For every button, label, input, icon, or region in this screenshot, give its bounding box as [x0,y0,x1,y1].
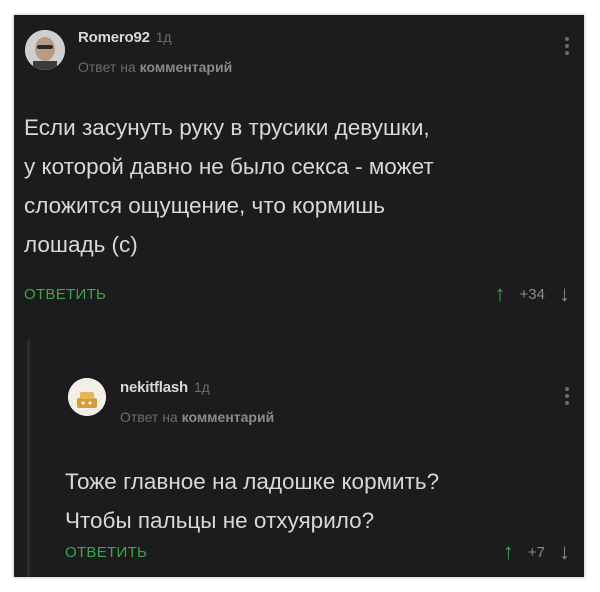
reply-target-link[interactable]: комментарий [140,59,233,75]
comment-line: Тоже главное на ладошке кормить? [65,469,440,494]
comment-line: у которой давно не было секса - может [24,154,434,179]
vote-count: +7 [527,543,545,561]
user-photo-icon [68,378,106,416]
comments-thread: Romero92 1д Ответ на комментарий Если зас… [14,15,584,577]
avatar[interactable] [25,30,65,70]
comment-text: Тоже главное на ладошке кормить? Чтобы п… [65,462,575,540]
username-text[interactable]: nekitflash [120,379,188,396]
user-photo-icon [25,30,65,70]
comment-reply: nekitflash 1д Ответ на комментарий Тоже г… [27,340,584,577]
comment: Romero92 1д Ответ на комментарий Если зас… [14,15,584,330]
reply-meta: Ответ на комментарий [78,59,232,75]
vote-controls: ↑ +7 ↓ [503,539,570,565]
reply-target-link[interactable]: комментарий [182,409,275,425]
reply-meta: Ответ на комментарий [120,409,274,425]
reply-prefix: Ответ на [78,59,136,75]
vote-controls: ↑ +34 ↓ [495,281,570,307]
vote-count: +34 [519,285,545,303]
comment-line: Если засунуть руку в трусики девушки, [24,115,430,140]
arrow-down-icon[interactable]: ↓ [559,539,570,565]
comment-time: 1д [155,29,172,45]
arrow-down-icon[interactable]: ↓ [559,281,570,307]
arrow-up-icon[interactable]: ↑ [503,539,514,565]
comment-text: Если засунуть руку в трусики девушки, у … [24,108,576,264]
avatar[interactable] [68,378,106,416]
reply-button[interactable]: ОТВЕТИТЬ [65,544,147,561]
comment-line: сложится ощущение, что кормишь [24,193,386,218]
reply-prefix: Ответ на [120,409,178,425]
arrow-up-icon[interactable]: ↑ [495,281,506,307]
more-vertical-icon[interactable] [564,37,570,58]
username-text[interactable]: Romero92 [78,29,150,46]
username[interactable]: nekitflash 1д [120,379,210,396]
username[interactable]: Romero92 1д [78,29,172,46]
reply-button[interactable]: ОТВЕТИТЬ [24,286,106,303]
more-vertical-icon[interactable] [564,387,570,408]
comment-line: лошадь (с) [24,232,138,257]
comment-time: 1д [194,379,210,395]
comment-line: Чтобы пальцы не отхуярило? [65,508,375,533]
